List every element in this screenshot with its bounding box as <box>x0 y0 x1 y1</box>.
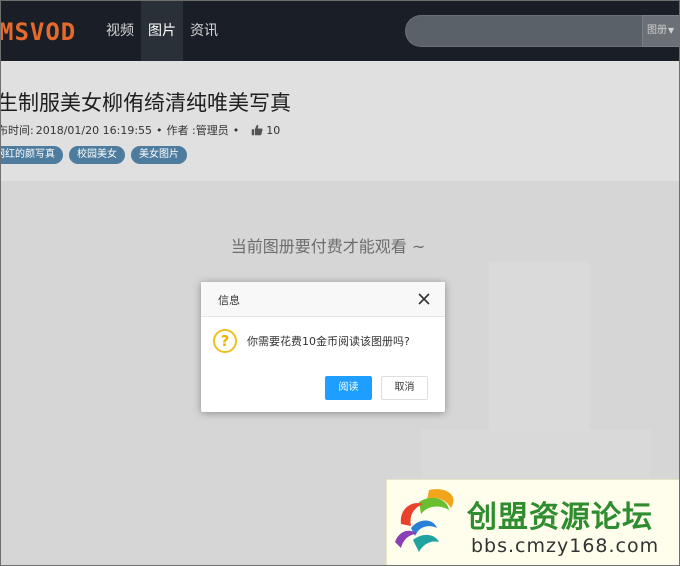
nav-news[interactable]: 资讯 <box>183 1 225 61</box>
forum-watermark: 创盟资源论坛 bbs.cmzy168.com <box>386 479 679 565</box>
tag-item[interactable]: 美女图片 <box>131 146 187 164</box>
meta-separator: • <box>156 123 163 137</box>
top-navbar: MSVOD 视频 图片 资讯 图册▼ <box>1 1 679 61</box>
tag-item[interactable]: 网红的颜写真 <box>1 146 63 164</box>
question-icon: ? <box>213 329 237 353</box>
nav-pictures[interactable]: 图片 <box>141 1 183 61</box>
author-label: 作者 : <box>166 124 196 137</box>
publish-time-label: 布时间: <box>0 124 34 137</box>
publish-time-value: 2018/01/20 16:19:55 <box>35 123 153 137</box>
tag-item[interactable]: 校园美女 <box>69 146 125 164</box>
nav-video[interactable]: 视频 <box>99 1 141 61</box>
like-button[interactable]: 10 <box>251 124 280 137</box>
article-title: 生制服美女柳侑绮清纯唯美写真 <box>0 91 291 115</box>
like-count: 10 <box>266 123 281 137</box>
article-header: 生制服美女柳侑绮清纯唯美写真 布时间: 2018/01/20 16:19:55 … <box>1 61 679 181</box>
dialog-body: ? 你需要花费10金币阅读该图册吗? <box>213 329 410 353</box>
article-meta: 布时间: 2018/01/20 16:19:55 • 作者 : 管理员 • 10 <box>0 122 280 138</box>
page-frame: MSVOD 视频 图片 资讯 图册▼ 生制服美女柳侑绮清纯唯美写真 布时间: 2… <box>0 0 680 566</box>
site-logo[interactable]: MSVOD <box>1 18 76 46</box>
dialog-message: 你需要花费10金币阅读该图册吗? <box>247 335 410 348</box>
tag-list: 网红的颜写真 校园美女 美女图片 <box>1 146 187 164</box>
forum-url: bbs.cmzy168.com <box>471 535 660 557</box>
main-nav: 视频 图片 资讯 <box>99 1 225 61</box>
meta-separator: • <box>232 123 240 137</box>
blurred-image <box>489 261 589 431</box>
thumbs-up-icon <box>251 124 263 136</box>
search-input[interactable] <box>405 15 643 47</box>
forum-name: 创盟资源论坛 <box>467 500 653 535</box>
pay-confirm-dialog: 信息 ? 你需要花费10金币阅读该图册吗? 阅读 取消 <box>201 282 445 412</box>
confirm-read-button[interactable]: 阅读 <box>325 376 372 400</box>
author-value: 管理员 <box>195 124 229 137</box>
dialog-header: 信息 <box>201 282 445 317</box>
search-type-value: 图册 <box>647 25 667 36</box>
close-icon[interactable] <box>417 292 431 306</box>
dialog-title: 信息 <box>218 294 240 307</box>
paywall-message: 当前图册要付费才能观看 ~ <box>230 237 426 256</box>
cancel-button[interactable]: 取消 <box>381 376 428 400</box>
chevron-down-icon: ▼ <box>668 26 675 35</box>
search-type-select[interactable]: 图册▼ <box>642 15 679 47</box>
forum-logo-icon <box>395 489 454 552</box>
